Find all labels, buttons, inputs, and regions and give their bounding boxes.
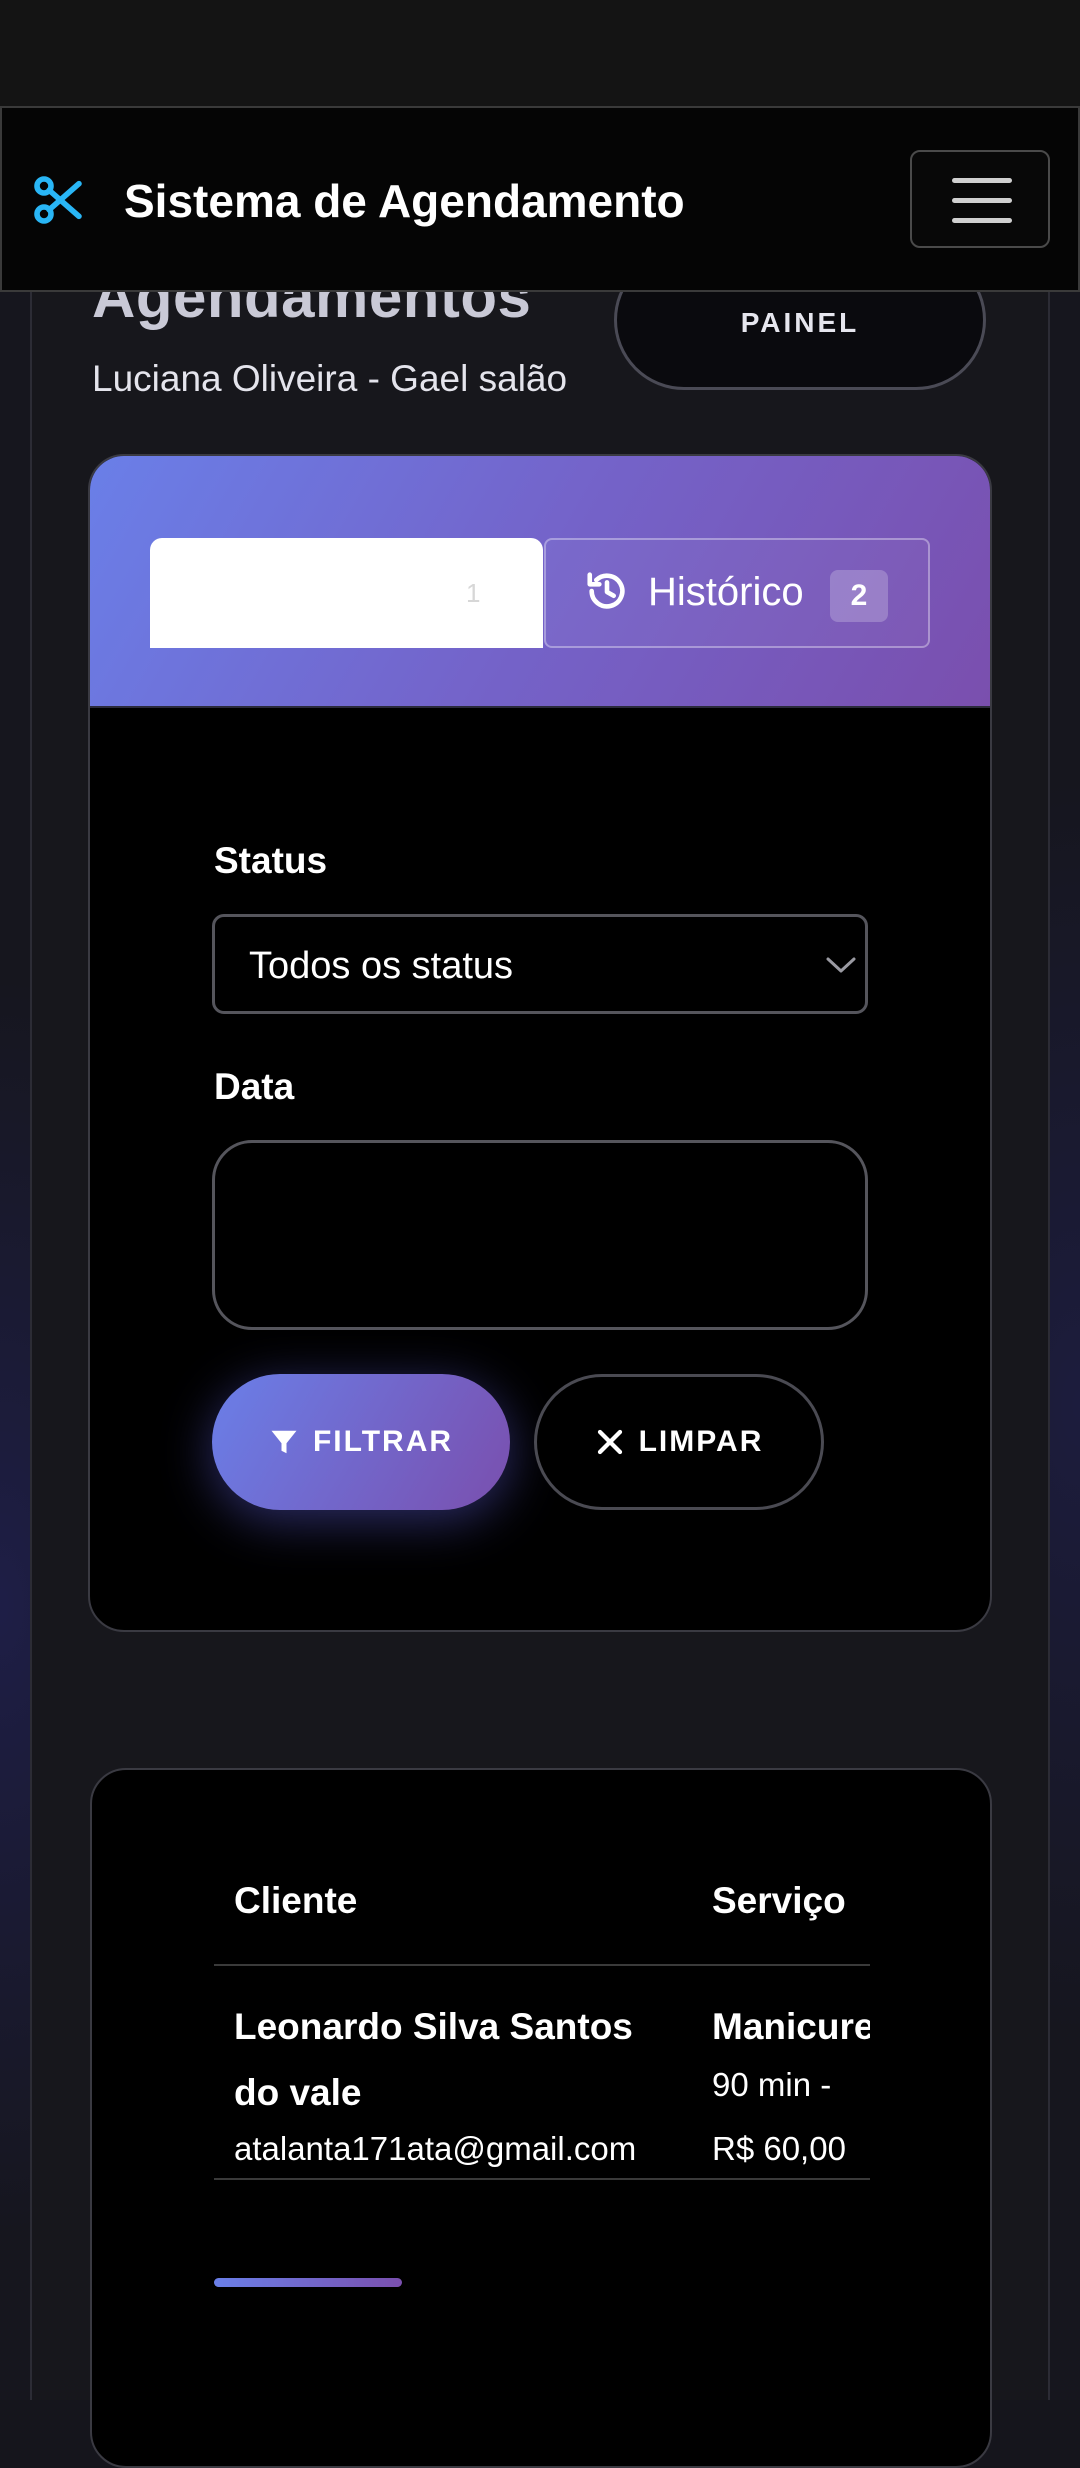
client-email: atalanta171ata@gmail.com	[234, 2130, 637, 2167]
status-select-value: Todos os status	[249, 945, 514, 987]
filter-icon	[271, 1430, 297, 1454]
table-divider	[214, 2178, 870, 2180]
table-horizontal-scrollbar[interactable]	[214, 2278, 402, 2287]
tab-history-label: Histórico	[648, 570, 804, 614]
menu-toggle-button[interactable]	[910, 150, 1050, 248]
service-price: R$ 60,00	[712, 2130, 846, 2167]
page-subtitle: Luciana Oliveira - Gael salão	[92, 358, 568, 399]
table-divider	[214, 1964, 870, 1966]
scissors-icon	[34, 176, 82, 224]
date-input[interactable]	[212, 1140, 868, 1330]
hamburger-icon	[952, 218, 1012, 223]
appointments-table[interactable]: Cliente Serviço Leonardo Silva Santos do…	[214, 1880, 870, 2180]
tab-history-badge: 2	[830, 570, 888, 622]
panel-button-label: PAINEL	[740, 307, 860, 338]
clear-button[interactable]: LIMPAR	[534, 1374, 824, 1510]
filter-button[interactable]: FILTRAR	[212, 1374, 510, 1510]
close-icon	[597, 1429, 622, 1455]
hamburger-icon	[952, 178, 1012, 183]
filter-card: 1 Histórico 2 Status Todos os status Dat…	[88, 454, 992, 1632]
chevron-down-icon	[826, 957, 856, 973]
filter-button-label: FILTRAR	[312, 1425, 454, 1458]
clear-button-label: LIMPAR	[638, 1425, 764, 1458]
navbar: Sistema de Agendamento	[0, 106, 1080, 292]
tab-history[interactable]: Histórico 2	[544, 538, 930, 648]
status-label: Status	[214, 840, 328, 881]
history-icon	[587, 572, 625, 609]
column-header-client: Cliente	[234, 1880, 358, 1921]
tab-upcoming-badge: 1	[466, 578, 481, 608]
appointments-table-card: Cliente Serviço Leonardo Silva Santos do…	[90, 1768, 992, 2468]
card-header: 1 Histórico 2	[90, 456, 990, 708]
column-header-service: Serviço	[712, 1880, 846, 1921]
client-name: Leonardo Silva Santos do vale	[234, 2006, 633, 2113]
status-select[interactable]: Todos os status	[212, 914, 868, 1014]
brand-title[interactable]: Sistema de Agendamento	[124, 174, 685, 228]
status-bar	[0, 0, 1080, 106]
hamburger-icon	[952, 198, 1012, 203]
tab-upcoming[interactable]: 1	[150, 538, 543, 648]
service-name: Manicure	[712, 2006, 870, 2047]
service-duration: 90 min -	[712, 2066, 832, 2103]
date-label: Data	[214, 1066, 295, 1107]
